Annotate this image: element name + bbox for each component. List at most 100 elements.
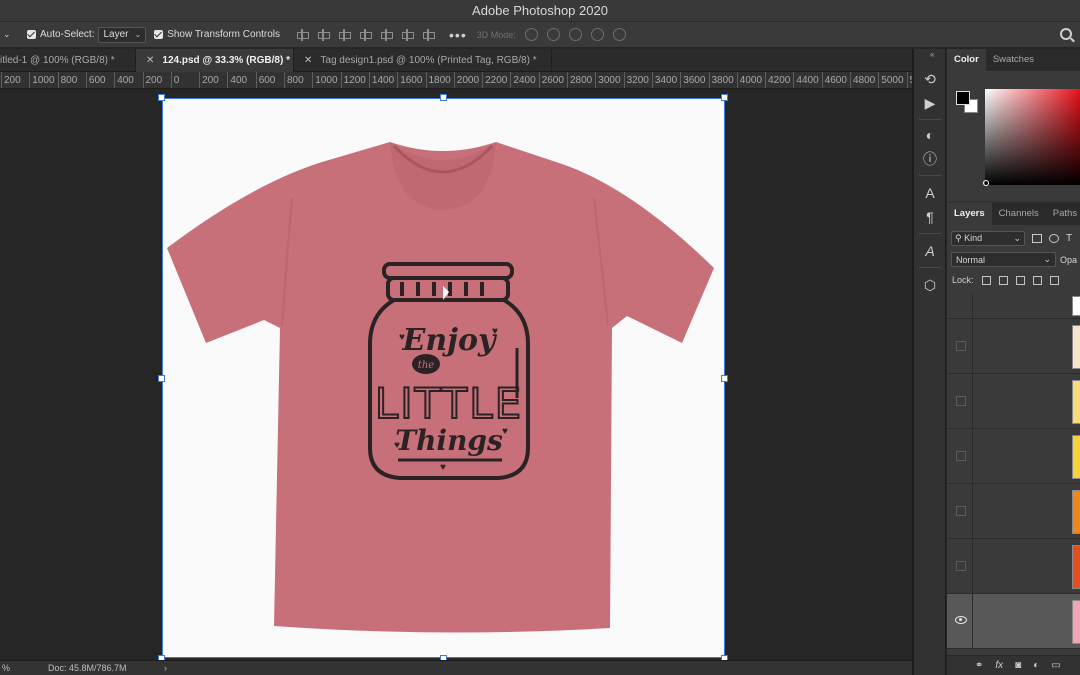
- transform-bounding-box[interactable]: [162, 98, 725, 658]
- layer-thumbnail[interactable]: [1072, 435, 1080, 479]
- ruler-tick-label: 1600: [397, 72, 423, 88]
- more-options-icon[interactable]: •••: [449, 27, 467, 43]
- new-adjustment-icon[interactable]: ◐: [1033, 660, 1039, 671]
- history-icon[interactable]: ⟲: [920, 69, 940, 89]
- tab-untitled-1[interactable]: itled-1 @ 100% (RGB/8) *: [0, 49, 136, 72]
- ruler-tick-label: 1800: [425, 72, 451, 88]
- lock-image-icon[interactable]: [998, 275, 1008, 285]
- layer-thumbnail[interactable]: [1072, 296, 1080, 316]
- tab-channels[interactable]: Channels: [992, 203, 1046, 225]
- show-transform-checkbox[interactable]: [154, 30, 164, 39]
- status-bar: % Doc: 45.8M/786.7M ›: [0, 660, 912, 675]
- layer-row[interactable]: [947, 539, 1080, 594]
- layer-row[interactable]: [947, 293, 1080, 348]
- layer-thumbnail[interactable]: [1072, 325, 1080, 369]
- layer-row[interactable]: [947, 429, 1080, 484]
- layer-thumbnail[interactable]: [1072, 380, 1080, 424]
- status-menu-arrow[interactable]: ›: [164, 663, 167, 673]
- color-picker-marker[interactable]: [983, 180, 989, 186]
- ruler-tick-label: 200: [142, 72, 163, 88]
- align-right-icon[interactable]: [338, 28, 352, 41]
- lock-all-icon[interactable]: [1049, 275, 1059, 285]
- layer-thumbnail[interactable]: [1072, 545, 1080, 589]
- transform-handle-tm[interactable]: [440, 94, 447, 101]
- tab-paths[interactable]: Paths: [1046, 203, 1080, 225]
- glyphs-icon[interactable]: A: [920, 241, 940, 261]
- align-left-icon[interactable]: [296, 28, 310, 41]
- tab-layers[interactable]: Layers: [947, 203, 992, 225]
- paragraph-icon[interactable]: ¶: [920, 207, 940, 227]
- tool-preset-chevron-icon[interactable]: ⌄: [3, 29, 17, 40]
- ruler-tick-label: 1400: [368, 72, 395, 88]
- zoom-readout[interactable]: %: [2, 663, 10, 673]
- layer-row[interactable]: [947, 484, 1080, 539]
- auto-select-checkbox[interactable]: [27, 30, 36, 39]
- 3d-roll-icon[interactable]: [546, 28, 560, 41]
- horizontal-ruler[interactable]: 200 1000 800 600 400 200 0 200 400 600 800 1000 1200…: [0, 72, 912, 89]
- tab-swatches[interactable]: Swatches: [986, 49, 1041, 71]
- align-top-icon[interactable]: [359, 28, 373, 41]
- layers-panel-tabs: Layers Channels Paths: [947, 203, 1080, 225]
- close-icon[interactable]: ✕: [146, 55, 154, 66]
- ruler-tick-label: 1200: [340, 72, 366, 88]
- auto-select-option[interactable]: Auto-Select: Layer ⌄: [27, 26, 147, 43]
- ruler-tick-label: 400: [114, 72, 134, 88]
- tab-color[interactable]: Color: [947, 49, 986, 71]
- layer-row[interactable]: [947, 319, 1080, 374]
- visibility-toggle[interactable]: [956, 506, 966, 516]
- layer-thumbnail[interactable]: [1072, 600, 1080, 644]
- 3d-scale-icon[interactable]: [612, 28, 626, 41]
- align-middle-icon[interactable]: [380, 28, 394, 41]
- visibility-toggle[interactable]: [956, 341, 966, 351]
- lock-transparent-icon[interactable]: [981, 275, 991, 285]
- 3d-cube-icon[interactable]: ⬡: [920, 275, 940, 295]
- filter-pixel-icon[interactable]: [1032, 233, 1042, 243]
- layer-row[interactable]: [947, 374, 1080, 429]
- canvas-area[interactable]: Enjoy the LITTLE Things ♥ ♥ ♥ ♥ ♥: [0, 90, 912, 660]
- transform-handle-mr[interactable]: [721, 375, 728, 382]
- adjustments-icon[interactable]: ◐: [920, 125, 940, 145]
- 3d-slide-icon[interactable]: [590, 28, 604, 41]
- transform-handle-tl[interactable]: [158, 94, 165, 101]
- collapse-panels-icon[interactable]: «: [930, 50, 934, 59]
- eye-icon[interactable]: [955, 616, 967, 624]
- add-mask-icon[interactable]: ◙: [1015, 660, 1021, 671]
- foreground-color-swatch[interactable]: [956, 91, 970, 105]
- lock-position-icon[interactable]: [1015, 275, 1025, 285]
- visibility-toggle[interactable]: [956, 451, 966, 461]
- color-picker-field[interactable]: [985, 89, 1080, 185]
- layer-row-selected[interactable]: [947, 594, 1080, 649]
- layer-kind-filter[interactable]: ⚲ Kind ⌄: [951, 230, 1025, 246]
- chevron-down-icon: ⌄: [1043, 254, 1051, 264]
- character-icon[interactable]: A: [920, 183, 940, 203]
- link-layers-icon[interactable]: ⚭: [975, 660, 983, 671]
- close-icon[interactable]: ✕: [304, 55, 312, 66]
- filter-adjustment-icon[interactable]: [1049, 233, 1059, 243]
- document-tabs: itled-1 @ 100% (RGB/8) * ✕ 124.psd @ 33.…: [0, 49, 912, 72]
- strip-separator: [919, 175, 941, 176]
- blend-mode-dropdown[interactable]: Normal ⌄: [951, 252, 1056, 267]
- layer-thumbnail[interactable]: [1072, 490, 1080, 534]
- lock-artboard-icon[interactable]: [1032, 275, 1042, 285]
- show-transform-option[interactable]: Show Transform Controls: [154, 29, 280, 40]
- visibility-toggle[interactable]: [956, 561, 966, 571]
- visibility-toggle[interactable]: [956, 396, 966, 406]
- transform-handle-ml[interactable]: [158, 375, 165, 382]
- new-group-icon[interactable]: ▭: [1051, 660, 1060, 671]
- 3d-pan-icon[interactable]: [568, 28, 582, 41]
- 3d-orbit-icon[interactable]: [524, 28, 538, 41]
- info-icon[interactable]: ⓘ: [920, 149, 940, 169]
- align-bottom-icon[interactable]: [401, 28, 415, 41]
- align-center-icon[interactable]: [317, 28, 331, 41]
- show-transform-label: Show Transform Controls: [167, 29, 281, 40]
- tab-124-psd[interactable]: ✕ 124.psd @ 33.3% (RGB/8) *: [136, 49, 294, 72]
- actions-play-icon[interactable]: ▶: [920, 93, 940, 113]
- tab-tag-design1[interactable]: ✕ Tag design1.psd @ 100% (Printed Tag, R…: [294, 49, 552, 72]
- distribute-icon[interactable]: [422, 28, 436, 41]
- search-icon[interactable]: [1060, 28, 1072, 40]
- filter-type-icon[interactable]: T: [1066, 233, 1072, 244]
- tab-label: Tag design1.psd @ 100% (Printed Tag, RGB…: [320, 55, 537, 66]
- transform-handle-tr[interactable]: [721, 94, 728, 101]
- auto-select-dropdown[interactable]: Layer ⌄: [98, 26, 147, 43]
- layer-effects-icon[interactable]: fx: [995, 660, 1003, 671]
